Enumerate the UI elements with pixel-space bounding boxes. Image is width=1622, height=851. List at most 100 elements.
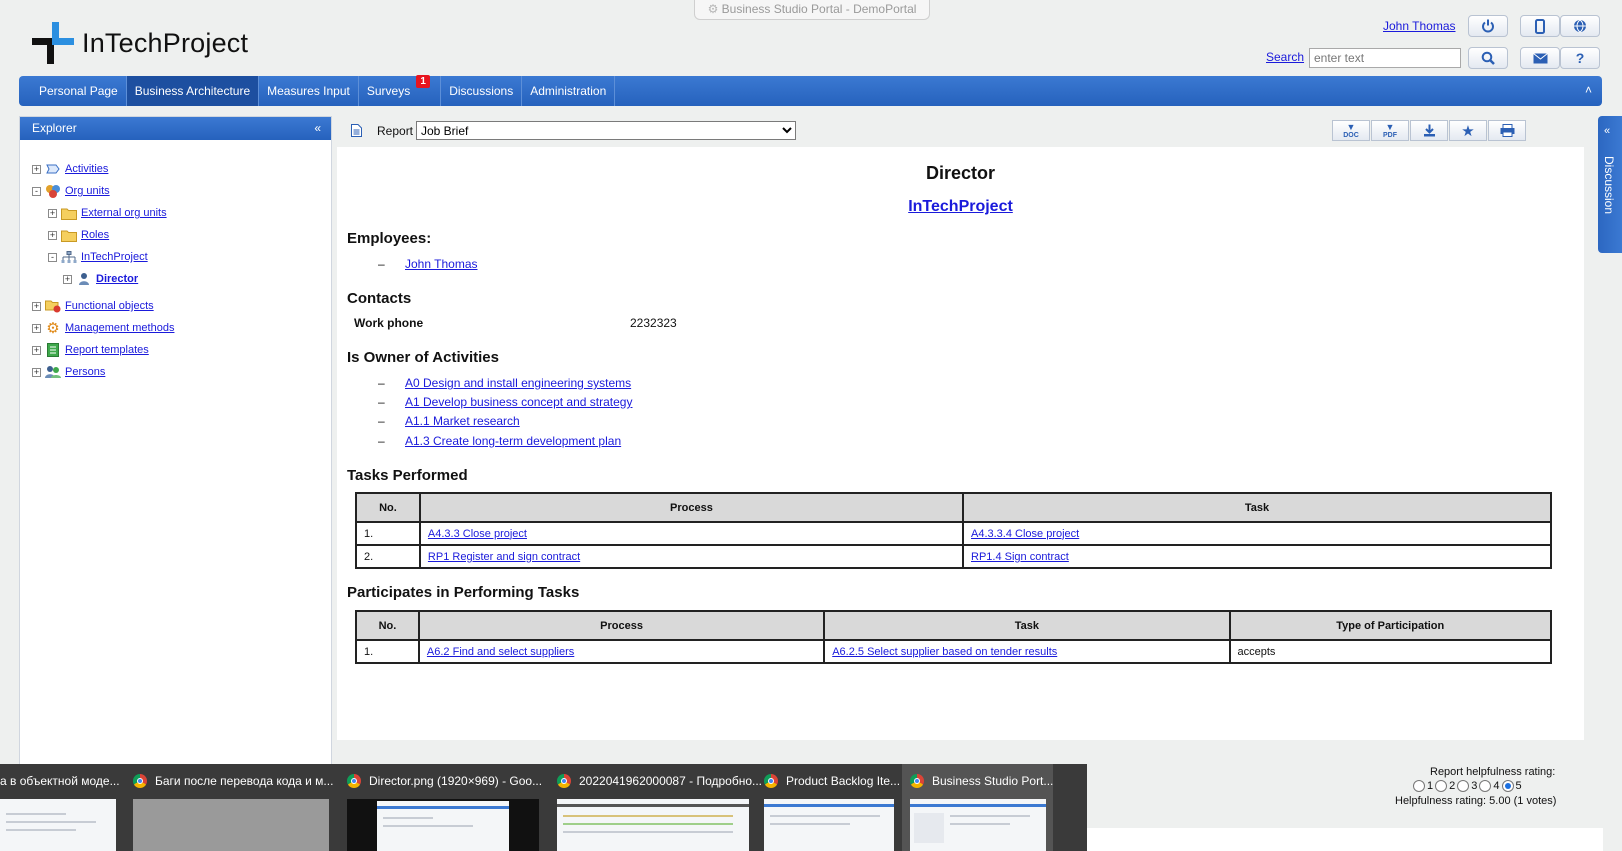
functional-objects-icon xyxy=(45,299,61,313)
window-thumbnail xyxy=(0,799,116,851)
tree-item-director[interactable]: + Director xyxy=(20,268,331,290)
participates-heading: Participates in Performing Tasks xyxy=(347,584,580,601)
search-button[interactable] xyxy=(1468,47,1508,69)
tree-label[interactable]: InTechProject xyxy=(81,251,148,263)
help-icon: ? xyxy=(1575,50,1585,66)
rating-option-label: 5 xyxy=(1515,780,1522,792)
tree-item-persons[interactable]: + Persons xyxy=(20,361,331,383)
tree-item-report-templates[interactable]: + Report templates xyxy=(20,339,331,361)
rating-radio-5[interactable] xyxy=(1501,780,1514,792)
tree-label[interactable]: Persons xyxy=(65,366,105,378)
task-link[interactable]: RP1.4 Sign contract xyxy=(971,551,1069,563)
taskbar-window-active[interactable]: Business Studio Port... xyxy=(902,764,1053,851)
persons-icon xyxy=(45,365,61,379)
window-thumbnail xyxy=(910,799,1046,851)
process-link[interactable]: RP1 Register and sign contract xyxy=(428,551,580,563)
expand-icon[interactable]: + xyxy=(48,230,57,240)
activity-link[interactable]: A1.1 Market research xyxy=(405,414,520,428)
task-cell: A4.3.3.4 Close project xyxy=(962,521,1552,546)
dash: – xyxy=(378,376,385,390)
logout-button[interactable] xyxy=(1468,15,1508,37)
mobile-icon xyxy=(1535,18,1545,34)
report-select[interactable]: Job Brief xyxy=(416,121,796,140)
activity-link[interactable]: A1 Develop business concept and strategy xyxy=(405,395,632,409)
favorite-button[interactable]: ★ xyxy=(1449,120,1487,141)
expand-icon[interactable]: + xyxy=(32,367,41,377)
task-cell: A6.2.5 Select supplier based on tender r… xyxy=(823,639,1231,664)
help-button[interactable]: ? xyxy=(1560,47,1600,69)
nav-administration[interactable]: Administration xyxy=(522,76,616,106)
task-link[interactable]: A4.3.3.4 Close project xyxy=(971,528,1079,540)
tree-item-external-org-units[interactable]: + External org units xyxy=(20,202,331,224)
dash: – xyxy=(378,395,385,409)
tree-label[interactable]: Org units xyxy=(65,185,110,197)
expand-icon[interactable]: + xyxy=(63,274,72,284)
process-link[interactable]: A6.2 Find and select suppliers xyxy=(427,646,574,658)
download-button[interactable] xyxy=(1410,120,1448,141)
print-button[interactable] xyxy=(1488,120,1526,141)
language-button[interactable] xyxy=(1560,15,1600,37)
tree-label[interactable]: Roles xyxy=(81,229,109,241)
tree-label[interactable]: Director xyxy=(96,273,138,285)
collapse-icon[interactable]: - xyxy=(32,186,41,196)
taskbar-window[interactable]: Product Backlog Ite... xyxy=(756,764,902,851)
tree-label[interactable]: Management methods xyxy=(65,322,174,334)
taskbar-window[interactable]: 2022041962000087 - Подробно... xyxy=(549,764,762,851)
org-units-icon xyxy=(45,184,61,198)
expand-icon[interactable]: + xyxy=(32,323,41,333)
process-link[interactable]: A4.3.3 Close project xyxy=(428,528,527,540)
tree-label[interactable]: External org units xyxy=(81,207,167,219)
nav-discussions[interactable]: Discussions xyxy=(441,76,523,106)
taskbar-window[interactable]: Баги после перевода кода и м... xyxy=(125,764,339,851)
report-toolbar: Report Job Brief ▼ DOC ▼ PDF ★ xyxy=(337,116,1584,146)
search-input[interactable] xyxy=(1309,48,1461,68)
expand-icon[interactable]: + xyxy=(48,208,57,218)
nav-measures-input[interactable]: Measures Input xyxy=(259,76,359,106)
rating-radio-2[interactable] xyxy=(1435,780,1448,792)
expand-icon[interactable]: + xyxy=(32,345,41,355)
export-pdf-button[interactable]: ▼ PDF xyxy=(1371,120,1409,141)
taskbar-window[interactable]: Director.png (1920×969) - Goo... xyxy=(339,764,549,851)
collapse-icon[interactable]: - xyxy=(48,252,57,262)
nav-collapse-icon[interactable]: ˄ xyxy=(1585,83,1592,97)
export-doc-button[interactable]: ▼ DOC xyxy=(1332,120,1370,141)
rating-radio-1[interactable] xyxy=(1413,780,1425,792)
rating-radio-3[interactable] xyxy=(1457,780,1470,792)
tree-item-roles[interactable]: + Roles xyxy=(20,224,331,246)
discussion-tab[interactable]: « Discussion xyxy=(1598,116,1622,253)
taskbar-window[interactable]: а в объектной моде... xyxy=(0,764,125,851)
mail-button[interactable] xyxy=(1520,47,1560,69)
nav-surveys[interactable]: Surveys 1 xyxy=(359,75,442,106)
tree-item-activities[interactable]: + Activities xyxy=(20,158,331,180)
explorer-collapse-icon[interactable]: « xyxy=(314,117,321,140)
mobile-version-button[interactable] xyxy=(1520,15,1560,37)
expand-icon[interactable]: + xyxy=(32,164,41,174)
window-thumbnail xyxy=(764,799,894,851)
brand-logo[interactable]: InTechProject xyxy=(30,18,248,68)
tree-item-intechproject[interactable]: - InTechProject xyxy=(20,246,331,268)
nav-personal-page[interactable]: Personal Page xyxy=(31,76,127,106)
rating-title: Report helpfulness rating: xyxy=(1430,766,1556,778)
task-link[interactable]: A6.2.5 Select supplier based on tender r… xyxy=(832,646,1057,658)
nav-business-architecture[interactable]: Business Architecture xyxy=(126,76,260,106)
org-unit-link[interactable]: InTechProject xyxy=(908,198,1013,215)
user-name-link[interactable]: John Thomas xyxy=(1383,19,1456,33)
activity-link[interactable]: A1.3 Create long-term development plan xyxy=(405,434,621,448)
report-label: Report xyxy=(377,124,414,138)
search-link[interactable]: Search xyxy=(1266,50,1304,64)
tree-item-management-methods[interactable]: + ⚙ Management methods xyxy=(20,317,331,339)
rating-radio-4[interactable] xyxy=(1479,780,1492,792)
download-arrow-icon: ▼ xyxy=(1346,121,1356,132)
tree-item-org-units[interactable]: - Org units xyxy=(20,180,331,202)
tree-label[interactable]: Functional objects xyxy=(65,300,154,312)
tree-label[interactable]: Activities xyxy=(65,163,108,175)
tree-label[interactable]: Report templates xyxy=(65,344,149,356)
tree-item-functional-objects[interactable]: + Functional objects xyxy=(20,295,331,317)
expand-icon[interactable]: + xyxy=(32,301,41,311)
task-cell: RP1.4 Sign contract xyxy=(962,544,1552,569)
print-icon xyxy=(1500,124,1514,137)
report-template-icon xyxy=(45,343,61,357)
power-icon xyxy=(1482,19,1494,33)
activity-link[interactable]: A0 Design and install engineering system… xyxy=(405,376,631,390)
employee-link[interactable]: John Thomas xyxy=(405,257,478,271)
